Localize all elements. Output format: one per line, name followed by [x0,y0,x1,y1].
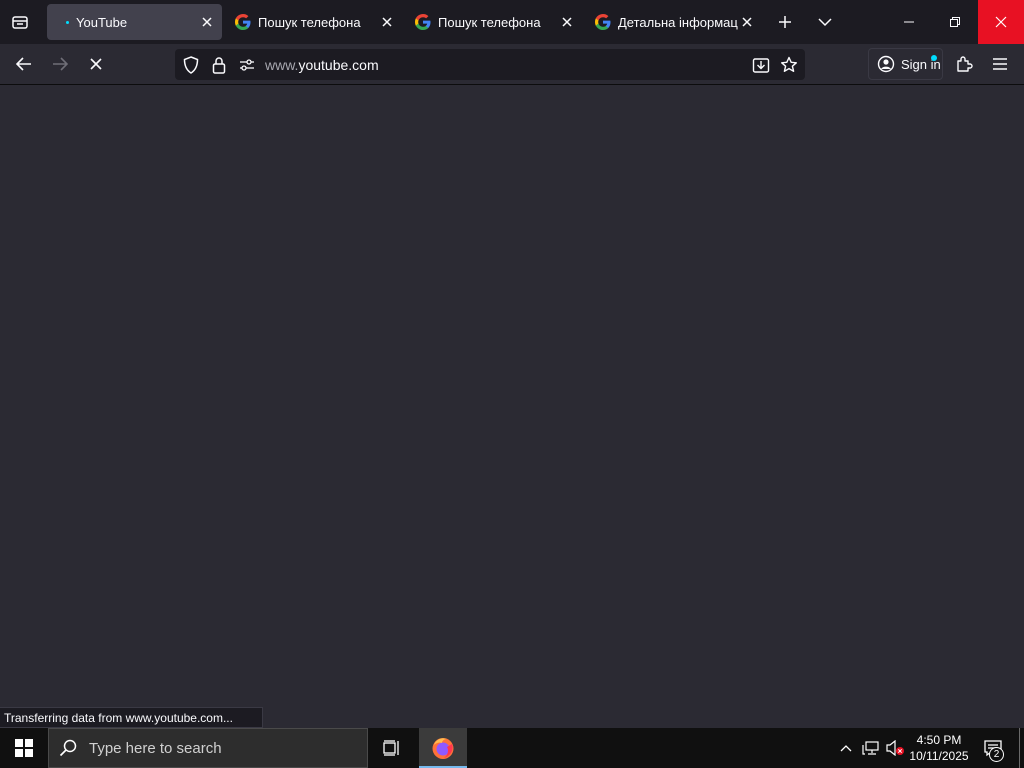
network-button[interactable] [860,728,882,768]
navigation-toolbar: www.youtube.com Sign in [0,44,1024,85]
tab-details[interactable]: Детальна інформація [587,4,762,40]
google-icon [235,14,251,30]
install-app-icon[interactable] [752,56,770,74]
close-icon [995,16,1007,28]
arrow-right-icon [53,57,68,71]
tab-google-search-2[interactable]: Пошук телефона [407,4,582,40]
clock-time: 4:50 PM [916,733,962,747]
forward-button[interactable] [44,48,76,80]
hamburger-menu-icon [993,58,1007,70]
volume-button[interactable] [884,728,906,768]
start-button[interactable] [0,728,48,768]
action-center-button[interactable]: 2 [976,728,1010,768]
show-hidden-icons-button[interactable] [836,728,856,768]
new-tab-button[interactable] [767,4,803,40]
volume-muted-icon [886,740,904,756]
tab-google-search-1[interactable]: Пошук телефона [227,4,402,40]
tab-title: Пошук телефона [438,14,541,30]
minimize-button[interactable] [886,0,932,44]
status-panel: Transferring data from www.youtube.com..… [0,707,263,728]
puzzle-icon [957,56,973,72]
tab-close-button[interactable] [198,13,216,31]
page-content[interactable] [0,85,1024,728]
loading-dot-icon [66,21,69,24]
search-placeholder: Type here to search [89,739,222,757]
stop-button[interactable] [80,48,112,80]
firefox-logo-icon [432,738,454,759]
firefox-view-icon [12,16,28,29]
tab-strip: YouTube Пошук телефона Пошук телефона Де… [0,0,1024,44]
search-icon [59,739,77,757]
google-icon [415,14,431,30]
url-bar[interactable]: www.youtube.com [175,49,805,80]
stop-icon [90,58,102,70]
close-icon [382,17,392,27]
chevron-down-icon [818,18,832,27]
app-menu-button[interactable] [984,48,1016,80]
windows-taskbar: Type here to search 4:50 PM 10/11/2025 2 [0,728,1024,768]
google-icon [595,14,611,30]
chevron-up-icon [840,745,852,752]
lock-icon[interactable] [210,56,228,74]
minimize-icon [904,21,914,23]
taskbar-firefox-button[interactable] [419,728,467,768]
arrow-left-icon [16,57,31,71]
account-icon [877,55,895,73]
permissions-icon[interactable] [238,56,256,74]
firefox-view-button[interactable] [2,4,38,40]
show-desktop-divider[interactable] [1019,728,1020,768]
close-icon [202,17,212,27]
url-prefix: www. [265,57,299,73]
tab-close-button[interactable] [738,13,756,31]
back-button[interactable] [8,48,40,80]
tab-youtube[interactable]: YouTube [47,4,222,40]
notification-count-badge: 2 [989,747,1004,762]
taskbar-search-box[interactable]: Type here to search [48,728,368,768]
list-all-tabs-button[interactable] [807,4,843,40]
close-icon [742,17,752,27]
bookmark-star-icon[interactable] [780,56,798,74]
tab-title: Пошук телефона [258,14,361,30]
task-view-icon [383,740,399,756]
restore-button[interactable] [932,0,978,44]
url-text[interactable]: www.youtube.com [265,57,379,73]
tracking-protection-shield-icon[interactable] [182,56,200,74]
sign-in-button[interactable]: Sign in [868,48,943,80]
tab-close-button[interactable] [378,13,396,31]
restore-icon [950,17,960,27]
clock-date: 10/11/2025 [909,749,969,763]
network-icon [862,741,879,755]
close-window-button[interactable] [978,0,1024,44]
url-domain: youtube.com [298,57,379,73]
task-view-button[interactable] [368,728,416,768]
tab-close-button[interactable] [558,13,576,31]
notification-dot [931,55,937,61]
tab-title: Детальна інформація [618,14,738,30]
extensions-button[interactable] [948,48,980,80]
tab-title: YouTube [76,14,128,30]
windows-logo-icon [15,739,33,757]
plus-icon [779,16,791,28]
system-clock[interactable]: 4:50 PM 10/11/2025 [906,732,972,764]
close-icon [562,17,572,27]
